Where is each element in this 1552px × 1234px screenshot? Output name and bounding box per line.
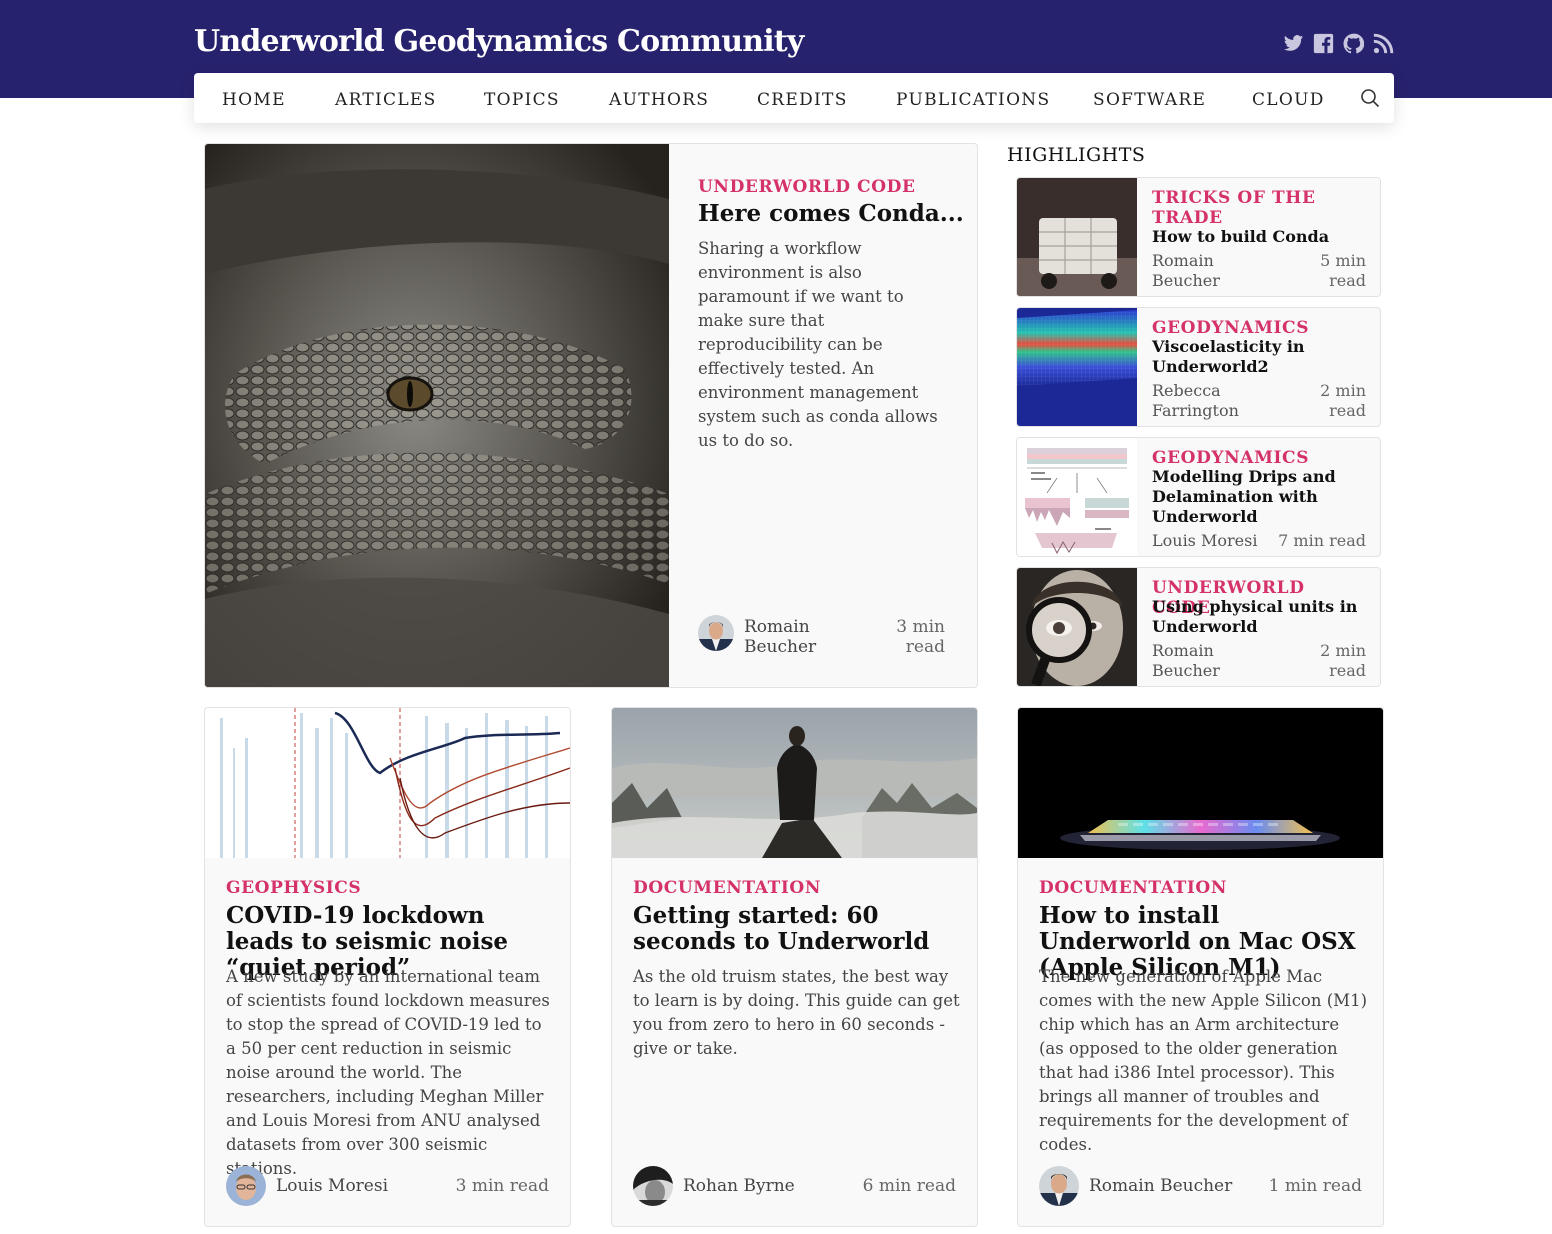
facebook-icon[interactable] <box>1313 33 1334 54</box>
card-excerpt: As the old truism states, the best way t… <box>633 967 960 1058</box>
rss-icon[interactable] <box>1373 33 1394 54</box>
nav-credits[interactable]: CREDITS <box>757 90 848 110</box>
highlight-thumbnail-magnifier[interactable] <box>1017 568 1137 686</box>
featured-image-snake[interactable] <box>205 144 669 687</box>
nav-software[interactable]: SOFTWARE <box>1093 90 1206 110</box>
main-navbar: HOME ARTICLES TOPICS AUTHORS CREDITS PUB… <box>194 73 1394 123</box>
card-title[interactable]: Getting started: 60 seconds to Underworl… <box>633 903 963 955</box>
card-author[interactable]: Romain Beucher <box>1089 1176 1232 1196</box>
highlight-category[interactable]: GEODYNAMICS <box>1152 318 1332 338</box>
highlight-thumbnail-visco[interactable] <box>1017 308 1137 426</box>
author-avatar[interactable] <box>698 615 734 651</box>
card-read-time: 3 min read <box>455 1176 549 1196</box>
highlight-title[interactable]: Viscoelasticity in Underworld2 <box>1152 337 1312 377</box>
nav-cloud[interactable]: CLOUD <box>1252 90 1325 110</box>
card-author[interactable]: Louis Moresi <box>276 1176 388 1196</box>
author-avatar[interactable] <box>1039 1166 1079 1206</box>
highlight-author[interactable]: Romain Beucher <box>1152 251 1262 291</box>
highlight-category[interactable]: GEODYNAMICS <box>1152 448 1332 468</box>
article-image-wanderer[interactable] <box>612 708 977 858</box>
highlight-read-time: 5 min read <box>1320 251 1366 290</box>
highlight-author[interactable]: Romain Beucher <box>1152 641 1262 681</box>
featured-excerpt: Sharing a workflow environment is also p… <box>698 239 938 450</box>
card-read-time: 6 min read <box>862 1176 956 1196</box>
search-icon[interactable] <box>1360 88 1380 108</box>
social-links <box>1283 33 1394 54</box>
article-card[interactable]: GEOPHYSICS COVID-19 lockdown leads to se… <box>204 707 571 1227</box>
card-category[interactable]: DOCUMENTATION <box>1039 878 1227 898</box>
highlight-read-time: 2 min read <box>1320 641 1366 680</box>
highlight-thumbnail-drips[interactable] <box>1017 438 1137 556</box>
card-category[interactable]: DOCUMENTATION <box>633 878 821 898</box>
highlight-card[interactable]: GEODYNAMICS Viscoelasticity in Underworl… <box>1016 307 1381 427</box>
author-avatar[interactable] <box>633 1166 673 1206</box>
twitter-icon[interactable] <box>1283 33 1304 54</box>
featured-title[interactable]: Here comes Conda... <box>698 200 964 227</box>
card-category[interactable]: GEOPHYSICS <box>226 878 361 898</box>
highlight-author[interactable]: Rebecca Farrington <box>1152 381 1262 421</box>
card-author[interactable]: Rohan Byrne <box>683 1176 795 1196</box>
featured-author[interactable]: Romain Beucher <box>744 617 834 657</box>
card-excerpt: A new study by an international team of … <box>226 967 550 1178</box>
nav-publications[interactable]: PUBLICATIONS <box>896 90 1050 110</box>
card-excerpt: The new generation of Apple Mac comes wi… <box>1039 967 1368 1154</box>
highlight-title[interactable]: How to build Conda <box>1152 227 1367 247</box>
highlight-category[interactable]: TRICKS OF THE TRADE <box>1152 188 1332 228</box>
highlight-card[interactable]: GEODYNAMICS Modelling Drips and Delamina… <box>1016 437 1381 557</box>
highlight-thumbnail-sacks[interactable] <box>1017 178 1137 296</box>
nav-topics[interactable]: TOPICS <box>484 90 560 110</box>
featured-category[interactable]: UNDERWORLD CODE <box>698 177 916 197</box>
nav-articles[interactable]: ARTICLES <box>335 90 437 110</box>
site-title[interactable]: Underworld Geodynamics Community <box>194 24 804 59</box>
highlight-title[interactable]: Modelling Drips and Delamination with Un… <box>1152 467 1362 527</box>
highlight-read-time: 7 min read <box>1278 531 1366 550</box>
nav-home[interactable]: HOME <box>222 90 286 110</box>
article-card[interactable]: DOCUMENTATION How to install Underworld … <box>1017 707 1384 1227</box>
author-avatar[interactable] <box>226 1166 266 1206</box>
highlight-title[interactable]: Using physical units in Underworld <box>1152 597 1362 637</box>
card-read-time: 1 min read <box>1268 1176 1362 1196</box>
article-image-seismic[interactable] <box>205 708 570 858</box>
article-image-macbook[interactable] <box>1018 708 1383 858</box>
highlight-card[interactable]: TRICKS OF THE TRADE How to build Conda R… <box>1016 177 1381 297</box>
github-icon[interactable] <box>1343 33 1365 54</box>
highlight-author[interactable]: Louis Moresi <box>1152 531 1262 551</box>
article-card[interactable]: DOCUMENTATION Getting started: 60 second… <box>611 707 978 1227</box>
featured-read-time: 3 min read <box>896 617 945 657</box>
nav-authors[interactable]: AUTHORS <box>609 90 709 110</box>
featured-article[interactable]: UNDERWORLD CODE Here comes Conda... Shar… <box>204 143 978 688</box>
highlight-read-time: 2 min read <box>1320 381 1366 420</box>
highlight-card[interactable]: UNDERWORLD CODE Using physical units in … <box>1016 567 1381 687</box>
highlights-heading: HIGHLIGHTS <box>1007 144 1146 166</box>
